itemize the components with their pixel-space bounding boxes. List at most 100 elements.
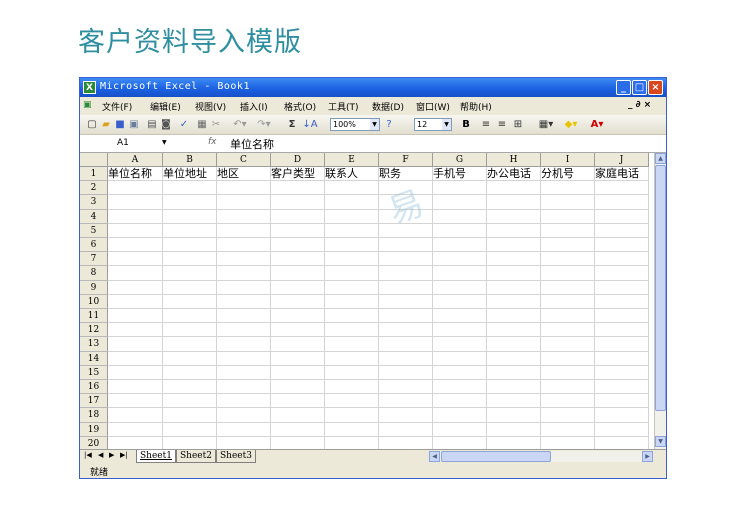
first-sheet-icon[interactable]: |◀	[84, 451, 92, 459]
cell[interactable]	[217, 309, 271, 324]
cell[interactable]	[379, 351, 433, 366]
cell[interactable]	[379, 394, 433, 409]
cell[interactable]	[108, 195, 163, 210]
merge-center-icon[interactable]: ⊞	[512, 118, 524, 131]
cell[interactable]	[163, 238, 217, 253]
cell[interactable]	[595, 181, 649, 196]
cell[interactable]	[595, 380, 649, 395]
cell[interactable]	[379, 408, 433, 423]
formula-input[interactable]: 单位名称	[230, 136, 274, 152]
borders-icon[interactable]: ▦▾	[536, 118, 556, 131]
cell[interactable]	[433, 337, 487, 352]
tab-sheet2[interactable]: Sheet2	[176, 450, 216, 463]
cell[interactable]	[541, 266, 595, 281]
insert-function-icon[interactable]: fx	[208, 137, 217, 147]
cell[interactable]	[595, 294, 649, 309]
cell[interactable]	[487, 294, 541, 309]
cell[interactable]	[433, 294, 487, 309]
cell[interactable]	[108, 252, 163, 267]
fill-color-icon[interactable]: ◆▾	[560, 118, 582, 131]
cell[interactable]	[271, 365, 325, 380]
cell[interactable]	[271, 422, 325, 437]
cell[interactable]	[487, 195, 541, 210]
cell[interactable]	[595, 337, 649, 352]
cell[interactable]	[325, 309, 379, 324]
cell[interactable]	[108, 365, 163, 380]
cell[interactable]	[163, 323, 217, 338]
tab-sheet1[interactable]: Sheet1	[136, 450, 176, 463]
cell[interactable]	[217, 294, 271, 309]
cell[interactable]	[595, 394, 649, 409]
cell[interactable]	[325, 408, 379, 423]
cell[interactable]	[487, 223, 541, 238]
select-all-button[interactable]	[80, 153, 108, 167]
cell[interactable]	[271, 294, 325, 309]
row-header[interactable]: 14	[80, 351, 108, 366]
cell[interactable]	[379, 280, 433, 295]
cell[interactable]	[163, 294, 217, 309]
cell[interactable]	[433, 408, 487, 423]
cell[interactable]	[541, 365, 595, 380]
cut-icon[interactable]: ✂	[210, 118, 222, 131]
cell[interactable]	[541, 351, 595, 366]
cell[interactable]	[217, 351, 271, 366]
vertical-scrollbar[interactable]: ▲ ▼	[654, 153, 666, 449]
row-header[interactable]: 13	[80, 337, 108, 352]
cell[interactable]	[379, 337, 433, 352]
open-icon[interactable]: ▰	[100, 118, 112, 131]
cell[interactable]	[325, 365, 379, 380]
cell[interactable]	[379, 309, 433, 324]
redo-icon[interactable]: ↷▾	[254, 118, 274, 131]
menu-insert[interactable]: 插入(I)	[240, 100, 268, 113]
cell[interactable]	[487, 266, 541, 281]
menu-window[interactable]: 窗口(W)	[416, 100, 450, 113]
print-icon[interactable]: ▤	[146, 118, 158, 131]
header-cell[interactable]: 手机号	[433, 167, 487, 182]
cell[interactable]	[487, 365, 541, 380]
row-header[interactable]: 18	[80, 408, 108, 423]
column-header[interactable]: D	[271, 153, 325, 167]
cell[interactable]	[217, 323, 271, 338]
cell[interactable]	[108, 209, 163, 224]
align-center-icon[interactable]: ≡	[496, 118, 508, 131]
cell[interactable]	[379, 252, 433, 267]
cell[interactable]	[541, 394, 595, 409]
header-cell[interactable]: 分机号	[541, 167, 595, 182]
cell[interactable]	[108, 223, 163, 238]
cell[interactable]	[433, 436, 487, 449]
cell[interactable]	[163, 266, 217, 281]
cell[interactable]	[487, 280, 541, 295]
cell[interactable]	[595, 195, 649, 210]
cell[interactable]	[108, 323, 163, 338]
sort-ascending-icon[interactable]: ↓A	[302, 118, 318, 131]
cell[interactable]	[433, 323, 487, 338]
header-cell[interactable]: 单位名称	[108, 167, 163, 182]
cell[interactable]	[325, 337, 379, 352]
cell[interactable]	[325, 422, 379, 437]
cell[interactable]	[433, 280, 487, 295]
cell[interactable]	[541, 252, 595, 267]
cell[interactable]	[541, 323, 595, 338]
cell[interactable]	[541, 209, 595, 224]
cell[interactable]	[271, 195, 325, 210]
row-header[interactable]: 11	[80, 309, 108, 324]
horizontal-scrollbar[interactable]: ◀ ▶	[429, 451, 653, 462]
cell[interactable]	[271, 394, 325, 409]
scroll-up-icon[interactable]: ▲	[655, 153, 666, 164]
cell[interactable]	[433, 209, 487, 224]
cell[interactable]	[325, 294, 379, 309]
header-cell[interactable]: 地区	[217, 167, 271, 182]
cell[interactable]	[163, 181, 217, 196]
cell[interactable]	[541, 408, 595, 423]
row-header[interactable]: 16	[80, 380, 108, 395]
cell[interactable]	[487, 436, 541, 449]
cell[interactable]	[108, 380, 163, 395]
new-icon[interactable]: ▢	[86, 118, 98, 131]
cell[interactable]	[108, 436, 163, 449]
cell[interactable]	[433, 238, 487, 253]
header-cell[interactable]: 客户类型	[271, 167, 325, 182]
name-box[interactable]: A1 ▼	[82, 136, 172, 150]
row-header[interactable]: 15	[80, 365, 108, 380]
row-header[interactable]: 1	[80, 167, 108, 182]
cell[interactable]	[217, 365, 271, 380]
